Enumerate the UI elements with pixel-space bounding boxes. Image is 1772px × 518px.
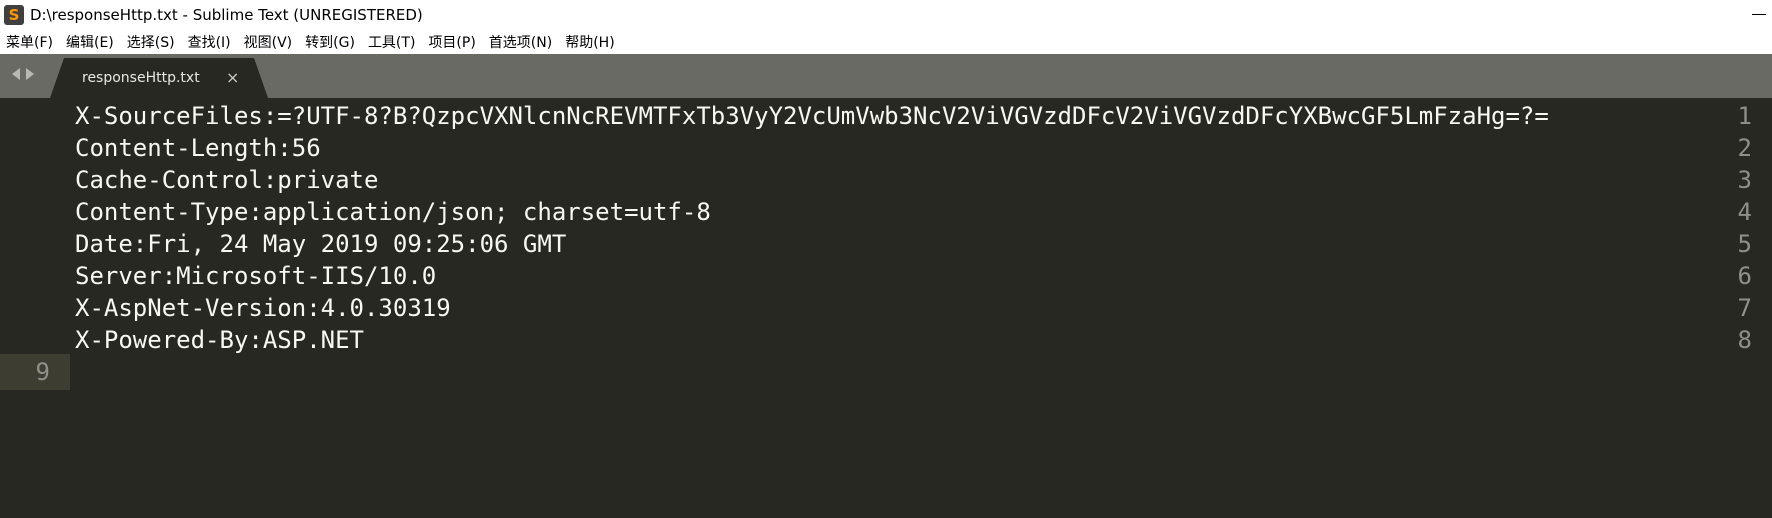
- menu-help[interactable]: 帮助(H): [565, 32, 614, 52]
- minimize-icon[interactable]: [1752, 14, 1766, 15]
- code-line[interactable]: 4 Content-Type:application/json; charset…: [0, 194, 1772, 230]
- code-line[interactable]: 1 X-SourceFiles:=?UTF-8?B?QzpcVXNlcnNcRE…: [0, 98, 1772, 134]
- arrow-left-icon[interactable]: [12, 68, 20, 80]
- line-number: 2: [1737, 134, 1752, 162]
- code-line[interactable]: 5 Date:Fri, 24 May 2019 09:25:06 GMT: [0, 226, 1772, 262]
- menu-goto[interactable]: 转到(G): [305, 32, 355, 52]
- line-number: 4: [1737, 198, 1752, 226]
- line-text[interactable]: Date:Fri, 24 May 2019 09:25:06 GMT: [75, 226, 566, 262]
- sublime-logo-icon: S: [4, 5, 24, 25]
- menu-project[interactable]: 项目(P): [428, 32, 475, 52]
- window-title: D:\responseHttp.txt - Sublime Text (UNRE…: [30, 6, 423, 24]
- tab-label: responseHttp.txt: [82, 70, 200, 86]
- tab-nav-arrows: [12, 68, 34, 80]
- menu-find[interactable]: 查找(I): [188, 32, 231, 52]
- code-line[interactable]: 3 Cache-Control:private: [0, 162, 1772, 198]
- menu-tools[interactable]: 工具(T): [368, 32, 415, 52]
- line-text[interactable]: X-SourceFiles:=?UTF-8?B?QzpcVXNlcnNcREVM…: [75, 98, 1549, 134]
- code-line[interactable]: 6 Server:Microsoft-IIS/10.0: [0, 258, 1772, 294]
- menu-selection[interactable]: 选择(S): [127, 32, 175, 52]
- editor-area[interactable]: 1 X-SourceFiles:=?UTF-8?B?QzpcVXNlcnNcRE…: [0, 98, 1772, 518]
- line-text[interactable]: Server:Microsoft-IIS/10.0: [75, 258, 436, 294]
- current-line[interactable]: 9: [0, 354, 70, 390]
- code-line[interactable]: 8 X-Powered-By:ASP.NET: [0, 322, 1772, 358]
- menu-preferences[interactable]: 首选项(N): [489, 32, 552, 52]
- line-number: 3: [1737, 166, 1752, 194]
- line-number: 7: [1737, 294, 1752, 322]
- line-text[interactable]: X-Powered-By:ASP.NET: [75, 322, 364, 358]
- line-text[interactable]: Cache-Control:private: [75, 162, 378, 198]
- close-icon[interactable]: ×: [226, 68, 239, 87]
- menu-view[interactable]: 视图(V): [244, 32, 293, 52]
- app-icon-letter: S: [8, 6, 20, 24]
- line-text[interactable]: Content-Length:56: [75, 130, 321, 166]
- menu-bar: 菜单(F) 编辑(E) 选择(S) 查找(I) 视图(V) 转到(G) 工具(T…: [0, 30, 1772, 54]
- line-text[interactable]: X-AspNet-Version:4.0.30319: [75, 290, 451, 326]
- code-line[interactable]: 2 Content-Length:56: [0, 130, 1772, 166]
- line-text[interactable]: Content-Type:application/json; charset=u…: [75, 194, 711, 230]
- tab-strip: responseHttp.txt ×: [0, 54, 1772, 98]
- title-bar: S D:\responseHttp.txt - Sublime Text (UN…: [0, 0, 1772, 30]
- line-number: 6: [1737, 262, 1752, 290]
- menu-file[interactable]: 菜单(F): [6, 32, 53, 52]
- menu-edit[interactable]: 编辑(E): [66, 32, 114, 52]
- code-line[interactable]: 7 X-AspNet-Version:4.0.30319: [0, 290, 1772, 326]
- line-number: 5: [1737, 230, 1752, 258]
- line-number: 1: [1737, 102, 1752, 130]
- tab-responsehttp[interactable]: responseHttp.txt ×: [50, 58, 268, 98]
- line-number: 9: [35, 358, 50, 386]
- line-number: 8: [1737, 326, 1752, 354]
- arrow-right-icon[interactable]: [26, 68, 34, 80]
